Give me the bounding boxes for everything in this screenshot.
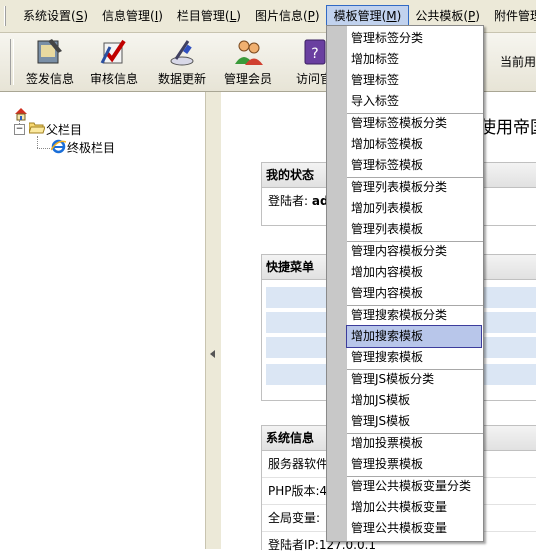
menu-item-manage-js-template-category[interactable]: 管理JS模板分类 xyxy=(347,369,483,390)
tool-label: 管理会员 xyxy=(223,72,272,86)
home-icon[interactable] xyxy=(14,107,28,124)
menu-item-add-public-var[interactable]: 增加公共模板变量 xyxy=(347,497,483,518)
menu-item-add-vote-template[interactable]: 增加投票模板 xyxy=(347,433,483,454)
tool-label: 数据更新 xyxy=(157,72,206,86)
page-title: 使用帝国 xyxy=(479,118,536,138)
audit-info-button[interactable]: 审核信息 xyxy=(84,37,144,87)
tree-item-parent[interactable]: 父栏目 xyxy=(46,121,82,138)
menu-system-settings[interactable]: 系统设置(S) xyxy=(16,6,95,26)
menu-label: 系统设置( xyxy=(23,9,76,23)
panel-splitter[interactable] xyxy=(205,92,222,549)
menu-item-import-tag[interactable]: 导入标签 xyxy=(347,91,483,112)
menu-item-manage-tag-template[interactable]: 管理标签模板 xyxy=(347,155,483,176)
dropdown-gutter xyxy=(327,26,347,541)
menu-label: 附件管理 xyxy=(493,9,536,23)
menu-item-manage-list-template[interactable]: 管理列表模板 xyxy=(347,219,483,240)
menu-item-manage-public-var[interactable]: 管理公共模板变量 xyxy=(347,518,483,539)
menu-item-add-tag[interactable]: 增加标签 xyxy=(347,49,483,70)
collapse-arrow-icon[interactable] xyxy=(210,350,215,358)
menubar-grip xyxy=(4,6,6,26)
audit-icon xyxy=(98,37,130,67)
login-label: 登陆者: xyxy=(268,194,309,208)
menu-public-template[interactable]: 公共模板(P) xyxy=(408,6,487,26)
menu-item-manage-tag[interactable]: 管理标签 xyxy=(347,70,483,91)
menu-item-manage-content-template-category[interactable]: 管理内容模板分类 xyxy=(347,241,483,262)
menu-info-management[interactable]: 信息管理(I) xyxy=(95,6,170,26)
menu-item-manage-js-template[interactable]: 管理JS模板 xyxy=(347,411,483,432)
menu-item-manage-public-var-category[interactable]: 管理公共模板变量分类 xyxy=(347,476,483,497)
template-management-dropdown: 管理标签分类 增加标签 管理标签 导入标签 管理标签模板分类 增加标签模板 管理… xyxy=(326,25,484,542)
left-tree-panel xyxy=(0,92,205,549)
menu-end: ) xyxy=(475,9,480,23)
menu-label: 模板管理( xyxy=(333,9,387,23)
menu-item-manage-content-template[interactable]: 管理内容模板 xyxy=(347,283,483,304)
menu-key: M xyxy=(386,9,397,23)
menu-item-add-list-template[interactable]: 增加列表模板 xyxy=(347,198,483,219)
menu-end: ) xyxy=(314,9,320,23)
members-icon xyxy=(232,37,264,67)
menu-label: 图片信息( xyxy=(254,9,308,23)
svg-text:?: ? xyxy=(311,46,318,62)
collapse-icon[interactable]: − xyxy=(14,124,25,135)
manage-members-button[interactable]: 管理会员 xyxy=(218,37,278,87)
menu-column-management[interactable]: 栏目管理(L) xyxy=(170,6,248,26)
menu-item-manage-list-template-category[interactable]: 管理列表模板分类 xyxy=(347,177,483,198)
menu-item-add-tag-template[interactable]: 增加标签模板 xyxy=(347,134,483,155)
menu-item-manage-tag-category[interactable]: 管理标签分类 xyxy=(347,28,483,49)
menu-item-manage-vote-template[interactable]: 管理投票模板 xyxy=(347,454,483,475)
menu-label: 公共模板( xyxy=(415,9,469,23)
ie-icon xyxy=(50,139,67,154)
tree-item-final-column[interactable]: 终极栏目 xyxy=(67,139,115,156)
menu-template-management[interactable]: 模板管理(M) xyxy=(325,5,410,27)
menu-label: 栏目管理( xyxy=(176,9,230,23)
tree-line xyxy=(37,136,38,148)
toolbar-separator xyxy=(10,39,14,85)
menu-attachment-management[interactable]: 附件管理 xyxy=(487,6,536,26)
current-user-label: 当前用 xyxy=(499,55,536,69)
tool-label: 签发信息 xyxy=(25,72,74,86)
menu-item-add-content-template[interactable]: 增加内容模板 xyxy=(347,262,483,283)
data-update-button[interactable]: 数据更新 xyxy=(152,37,212,87)
tree-line xyxy=(37,148,50,149)
sign-icon xyxy=(34,37,66,67)
menu-end: ) xyxy=(158,9,163,23)
menu-item-manage-search-template[interactable]: 管理搜索模板 xyxy=(347,347,483,368)
menu-item-manage-search-template-category[interactable]: 管理搜索模板分类 xyxy=(347,305,483,326)
menu-label: 信息管理( xyxy=(102,9,155,23)
menu-item-add-js-template[interactable]: 增加JS模板 xyxy=(347,390,483,411)
menu-key: P xyxy=(307,9,315,23)
menu-end: ) xyxy=(396,9,402,23)
menu-end: ) xyxy=(83,9,88,23)
tool-label: 审核信息 xyxy=(89,72,138,86)
sign-info-button[interactable]: 签发信息 xyxy=(20,37,80,87)
update-icon xyxy=(166,37,198,67)
menu-end: ) xyxy=(236,9,241,23)
menu-item-manage-tag-template-category[interactable]: 管理标签模板分类 xyxy=(347,113,483,134)
menu-item-add-search-template[interactable]: 增加搜索模板 xyxy=(346,325,482,348)
folder-open-icon xyxy=(28,122,46,134)
menu-image-info[interactable]: 图片信息(P) xyxy=(248,6,327,26)
